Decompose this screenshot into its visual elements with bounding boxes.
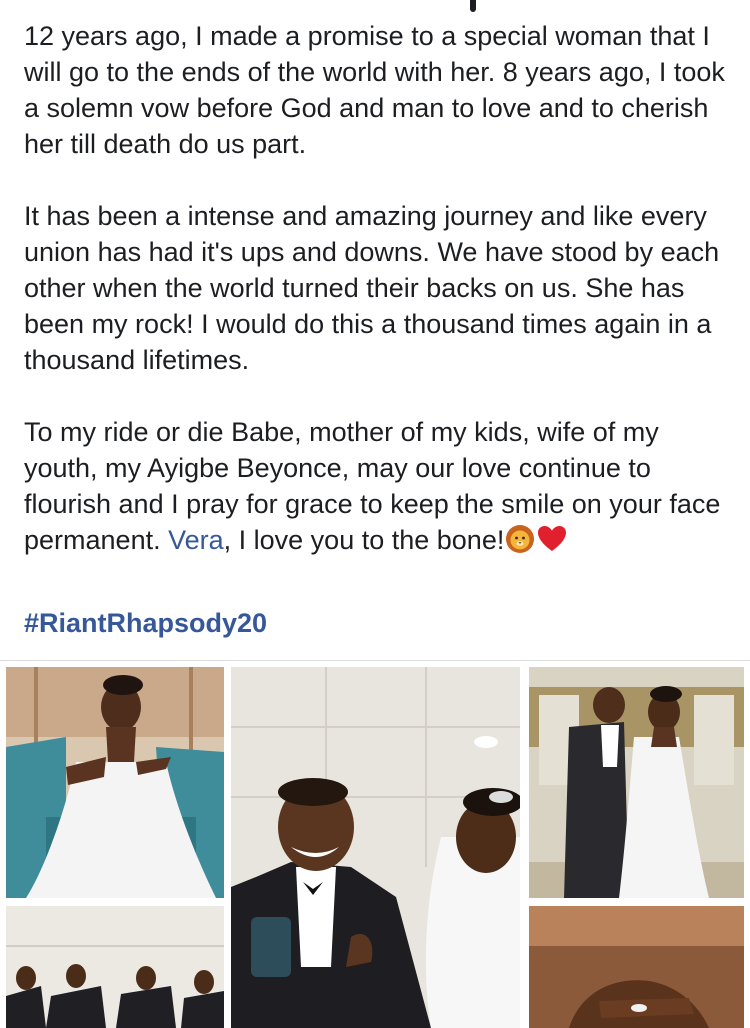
lion-face-icon: [504, 523, 536, 555]
post-paragraph-2: It has been a intense and amazing journe…: [24, 201, 720, 375]
hashtag-link[interactable]: #RiantRhapsody20: [24, 605, 267, 641]
photo-groomsmen[interactable]: [6, 906, 224, 1028]
photo-couple-standing[interactable]: [529, 667, 744, 898]
photo-hands-rings[interactable]: [529, 906, 744, 1028]
post-paragraph-3: To my ride or die Babe, mother of my kid…: [24, 414, 734, 558]
red-heart-icon: [536, 523, 568, 555]
mention-vera-link[interactable]: Vera: [168, 525, 224, 555]
post-paragraph-1: 12 years ago, I made a promise to a spec…: [24, 21, 725, 159]
cropped-glyph: [470, 0, 476, 12]
photo-bride-armchair[interactable]: [6, 667, 224, 898]
divider: [0, 660, 750, 661]
paragraph-3-ending: , I love you to the bone!: [223, 525, 505, 555]
photo-groom-bride-smiling[interactable]: [231, 667, 520, 1028]
post-body: 12 years ago, I made a promise to a spec…: [24, 18, 734, 594]
